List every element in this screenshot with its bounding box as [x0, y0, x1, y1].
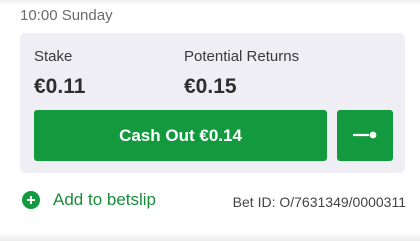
cash-out-label: Cash Out €0.14 — [119, 125, 242, 145]
partial-cashout-slider-icon — [352, 127, 378, 145]
bet-card: Stake €0.11 Potential Returns €0.15 Cash… — [20, 33, 405, 173]
potential-returns-label: Potential Returns — [184, 48, 300, 65]
partial-cash-out-button[interactable] — [337, 110, 393, 161]
stake-value: €0.11 — [34, 75, 86, 98]
potential-returns-value: €0.15 — [184, 75, 237, 98]
add-to-betslip-label: Add to betslip — [53, 190, 157, 209]
cash-out-button[interactable]: Cash Out €0.14 — [34, 110, 327, 161]
stake-label: Stake — [34, 48, 73, 65]
top-shadow — [0, 0, 420, 6]
bet-id: Bet ID: O/7631349/0000311 — [232, 194, 406, 210]
plus-circle-icon — [22, 191, 40, 209]
bottom-divider — [0, 232, 420, 241]
add-to-betslip-link[interactable]: Add to betslip — [22, 190, 156, 210]
event-datetime: 10:00 Sunday — [20, 7, 113, 24]
